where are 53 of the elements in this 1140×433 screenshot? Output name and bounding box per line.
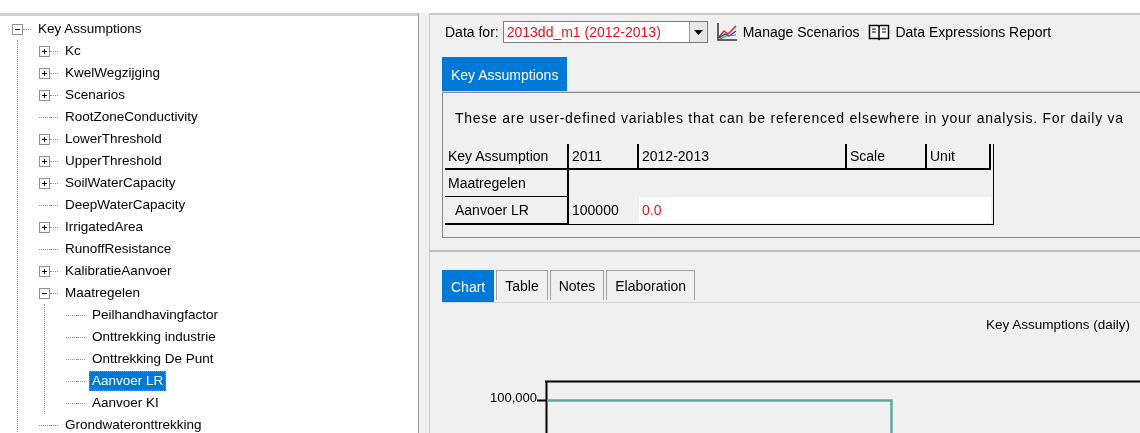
tab[interactable]: Notes <box>549 270 605 300</box>
tree-item[interactable]: LowerThreshold <box>62 129 165 149</box>
tree-item[interactable]: Kc <box>62 41 84 61</box>
tree-item[interactable]: RunoffResistance <box>62 239 175 259</box>
collapse-icon[interactable] <box>12 23 23 35</box>
tree-item[interactable]: Onttrekking De Punt <box>89 349 217 369</box>
column-header: 2011 <box>569 144 639 170</box>
tab[interactable]: Key Assumptions <box>442 57 568 91</box>
tree-item[interactable]: Scenarios <box>62 85 129 105</box>
expand-icon[interactable] <box>39 265 50 277</box>
tree-item[interactable]: Aanvoer KI <box>89 393 162 413</box>
chart-title: Key Assumptions (daily) <box>985 317 1130 332</box>
tree-item[interactable]: IrrigatedArea <box>62 217 147 237</box>
field-label: Data for: <box>445 24 499 40</box>
expand-icon[interactable] <box>39 221 50 233</box>
column-header: Key Assumption <box>445 144 569 170</box>
axis-tick-label: 100,000 <box>489 390 537 407</box>
table-cell: 0.0 <box>639 197 847 223</box>
tree-item[interactable]: RootZoneConductivity <box>62 107 201 127</box>
collapse-icon[interactable] <box>39 287 50 299</box>
tree-item[interactable]: UpperThreshold <box>62 151 165 171</box>
tree-item[interactable]: KalibratieAanvoer <box>62 261 175 281</box>
tree-item[interactable]: Onttrekking industrie <box>89 327 219 347</box>
table-cell <box>927 197 991 223</box>
expand-icon[interactable] <box>39 155 50 167</box>
tree-item[interactable]: SoilWaterCapacity <box>62 173 179 193</box>
column-header: Scale <box>847 144 927 170</box>
tree-item[interactable]: Aanvoer LR <box>89 371 167 391</box>
tree-item[interactable]: DeepWaterCapacity <box>62 195 189 215</box>
toolbar-button[interactable]: Manage Scenarios <box>715 22 865 42</box>
expand-icon[interactable] <box>39 89 50 101</box>
table-cell: Maatregelen <box>445 170 569 197</box>
tree-item[interactable]: Grondwateronttrekking <box>62 415 205 433</box>
expand-icon[interactable] <box>39 133 50 145</box>
expand-icon[interactable] <box>39 45 50 57</box>
toolbar-button[interactable]: Data Expressions Report <box>868 23 1057 41</box>
line-chart-icon <box>715 22 738 42</box>
tree-item[interactable]: Peilhandhavingfactor <box>89 305 222 325</box>
expand-icon[interactable] <box>39 67 50 79</box>
expand-icon[interactable] <box>39 177 50 189</box>
description-text: These are user-defined variables that can be referenced elsewhere in your analysis. For daily va <box>454 110 1125 128</box>
scenario-dropdown[interactable]: 2013dd_m1 (2012-2013) <box>502 21 708 43</box>
tab[interactable]: Chart <box>442 270 495 302</box>
tab[interactable]: Elaboration <box>606 270 696 300</box>
column-header: Unit <box>927 144 991 170</box>
tree-item[interactable]: Key Assumptions <box>35 19 145 39</box>
tree-item[interactable]: KwelWegzijging <box>62 63 164 83</box>
table-cell-text: 100000 <box>571 201 620 220</box>
book-icon <box>868 23 891 41</box>
tree-item[interactable]: Maatregelen <box>62 283 144 303</box>
tab[interactable]: Table <box>496 270 548 300</box>
column-header: 2012-2013 <box>639 144 847 170</box>
table-cell: Aanvoer LR <box>445 197 569 224</box>
